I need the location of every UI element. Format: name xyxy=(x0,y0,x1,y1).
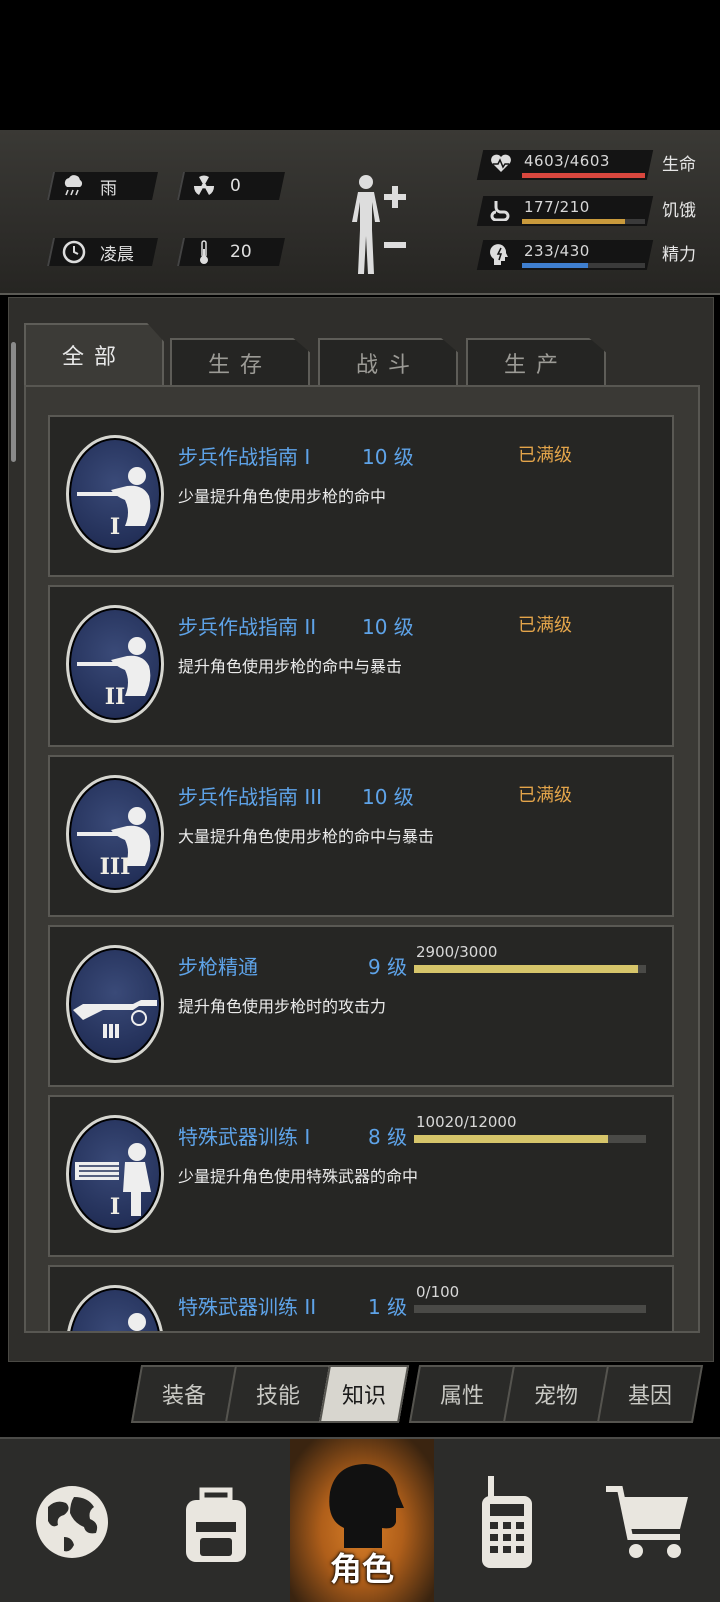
subtab-equipment[interactable]: 装备 xyxy=(130,1365,238,1423)
skill-description: 大量提升角色使用步枪的命中与暴击 xyxy=(178,827,435,846)
hunger-stat: 177/210 xyxy=(476,196,654,226)
health-label: 生命 xyxy=(662,155,696,175)
rain-cloud-icon xyxy=(62,174,86,198)
minigun-soldier-icon xyxy=(66,1285,164,1331)
subtab-attributes[interactable]: 属性 xyxy=(408,1365,516,1423)
skill-name: 步兵作战指南 II xyxy=(178,615,317,639)
body-status-button[interactable] xyxy=(348,172,418,277)
radiation-pill: 0 xyxy=(177,172,285,200)
hunger-label: 饥饿 xyxy=(662,201,696,221)
energy-label: 精力 xyxy=(662,245,696,265)
health-stat: 4603/4603 xyxy=(476,150,654,180)
health-bar-fill xyxy=(522,173,645,178)
rifleman-icon: III xyxy=(66,775,164,893)
stomach-icon xyxy=(490,199,512,223)
walkie-talkie-icon xyxy=(482,1475,532,1568)
heart-icon xyxy=(490,153,512,177)
skill-description: 提升角色使用步枪时的攻击力 xyxy=(178,997,387,1016)
subtab-skills[interactable]: 技能 xyxy=(224,1365,332,1423)
rifleman-icon: I xyxy=(66,435,164,553)
bottom-nav: 角色 xyxy=(0,1437,720,1602)
radiation-icon xyxy=(192,174,216,198)
rifle-icon xyxy=(66,945,164,1063)
skill-xp-fill xyxy=(414,965,638,973)
status-header: 雨 0 凌晨 20 4603/4603 177/210 233/430 生命 饥… xyxy=(0,130,720,295)
clock-icon xyxy=(62,240,86,264)
skill-card[interactable]: II 步兵作战指南 II 10 级 已满级 提升角色使用步枪的命中与暴击 xyxy=(48,585,674,747)
backpack-icon xyxy=(186,1487,246,1562)
tab-production[interactable]: 生产 xyxy=(466,338,606,386)
skill-xp-bar xyxy=(414,965,646,973)
hunger-value: 177/210 xyxy=(524,198,590,216)
skill-list[interactable]: I 步兵作战指南 I 10 级 已满级 少量提升角色使用步枪的命中 II 步兵作… xyxy=(24,385,700,1333)
skill-maxed-label: 已满级 xyxy=(518,785,572,806)
human-figure-icon xyxy=(352,175,406,274)
skill-card[interactable]: III 步兵作战指南 III 10 级 已满级 大量提升角色使用步枪的命中与暴击 xyxy=(48,755,674,917)
character-subtabs: 装备 技能 知识 属性 宠物 基因 xyxy=(130,1365,710,1423)
nav-map-button[interactable] xyxy=(0,1439,144,1602)
energy-value: 233/430 xyxy=(524,242,590,260)
health-value: 4603/4603 xyxy=(524,152,610,170)
panel-scrollbar[interactable] xyxy=(11,342,16,462)
nav-inventory-button[interactable] xyxy=(144,1439,288,1602)
skill-card[interactable]: I 特殊武器训练 I 8 级 10020/12000 少量提升角色使用特殊武器的… xyxy=(48,1095,674,1257)
subtab-knowledge[interactable]: 知识 xyxy=(318,1365,410,1423)
skill-level: 10 级 xyxy=(362,615,414,639)
subtab-pets[interactable]: 宠物 xyxy=(502,1365,610,1423)
skill-maxed-label: 已满级 xyxy=(518,615,572,636)
skill-xp-bar xyxy=(414,1305,646,1313)
skill-name: 特殊武器训练 I xyxy=(178,1125,311,1149)
energy-bar-fill xyxy=(522,263,588,268)
skill-name: 步兵作战指南 III xyxy=(178,785,323,809)
skill-xp-text: 10020/12000 xyxy=(416,1113,517,1131)
rifleman-icon: II xyxy=(66,605,164,723)
nav-character-label: 角色 xyxy=(329,1550,394,1588)
nav-radio-button[interactable] xyxy=(435,1439,579,1602)
skill-xp-text: 0/100 xyxy=(416,1283,460,1301)
nav-character-button[interactable]: 角色 xyxy=(290,1439,434,1602)
skill-name: 特殊武器训练 II xyxy=(178,1295,317,1319)
time-pill: 凌晨 xyxy=(47,238,158,266)
minigun-soldier-icon: I xyxy=(66,1115,164,1233)
tab-combat[interactable]: 战斗 xyxy=(318,338,458,386)
thermometer-icon xyxy=(192,240,216,264)
tab-survival[interactable]: 生存 xyxy=(170,338,310,386)
skill-level: 10 级 xyxy=(362,445,414,469)
temperature-pill: 20 xyxy=(177,238,285,266)
skill-xp-text: 2900/3000 xyxy=(416,943,498,961)
skill-level: 10 级 xyxy=(362,785,414,809)
cart-icon xyxy=(606,1485,688,1558)
skill-description: 少量提升角色使用步枪的命中 xyxy=(178,487,387,506)
hunger-bar-fill xyxy=(522,219,625,224)
skill-description: 提升角色使用步枪的命中与暴击 xyxy=(178,657,403,676)
nav-shop-button[interactable] xyxy=(576,1439,720,1602)
skill-card[interactable]: I 步兵作战指南 I 10 级 已满级 少量提升角色使用步枪的命中 xyxy=(48,415,674,577)
skill-description: 少量提升角色使用特殊武器的命中 xyxy=(178,1167,419,1186)
skill-maxed-label: 已满级 xyxy=(518,445,572,466)
weather-text: 雨 xyxy=(100,178,117,199)
skill-level: 9 级 xyxy=(368,955,408,979)
skill-card[interactable]: 步枪精通 9 级 2900/3000 提升角色使用步枪时的攻击力 xyxy=(48,925,674,1087)
top-black-bar xyxy=(0,0,720,130)
skill-level: 8 级 xyxy=(368,1125,408,1149)
skill-xp-bar xyxy=(414,1135,646,1143)
globe-icon xyxy=(36,1485,108,1558)
energy-head-icon xyxy=(490,243,512,267)
skill-name: 步兵作战指南 I xyxy=(178,445,311,469)
tab-all[interactable]: 全部 xyxy=(24,323,164,385)
time-of-day-text: 凌晨 xyxy=(100,244,134,265)
skill-name: 步枪精通 xyxy=(178,955,258,979)
skill-xp-fill xyxy=(414,1135,608,1143)
skill-level: 1 级 xyxy=(368,1295,408,1319)
skill-card[interactable]: 特殊武器训练 II 1 级 0/100 xyxy=(48,1265,674,1331)
weather-pill: 雨 xyxy=(47,172,158,200)
radiation-value: 0 xyxy=(230,176,241,196)
energy-stat: 233/430 xyxy=(476,240,654,270)
temperature-value: 20 xyxy=(230,242,252,262)
subtab-genes[interactable]: 基因 xyxy=(596,1365,704,1423)
